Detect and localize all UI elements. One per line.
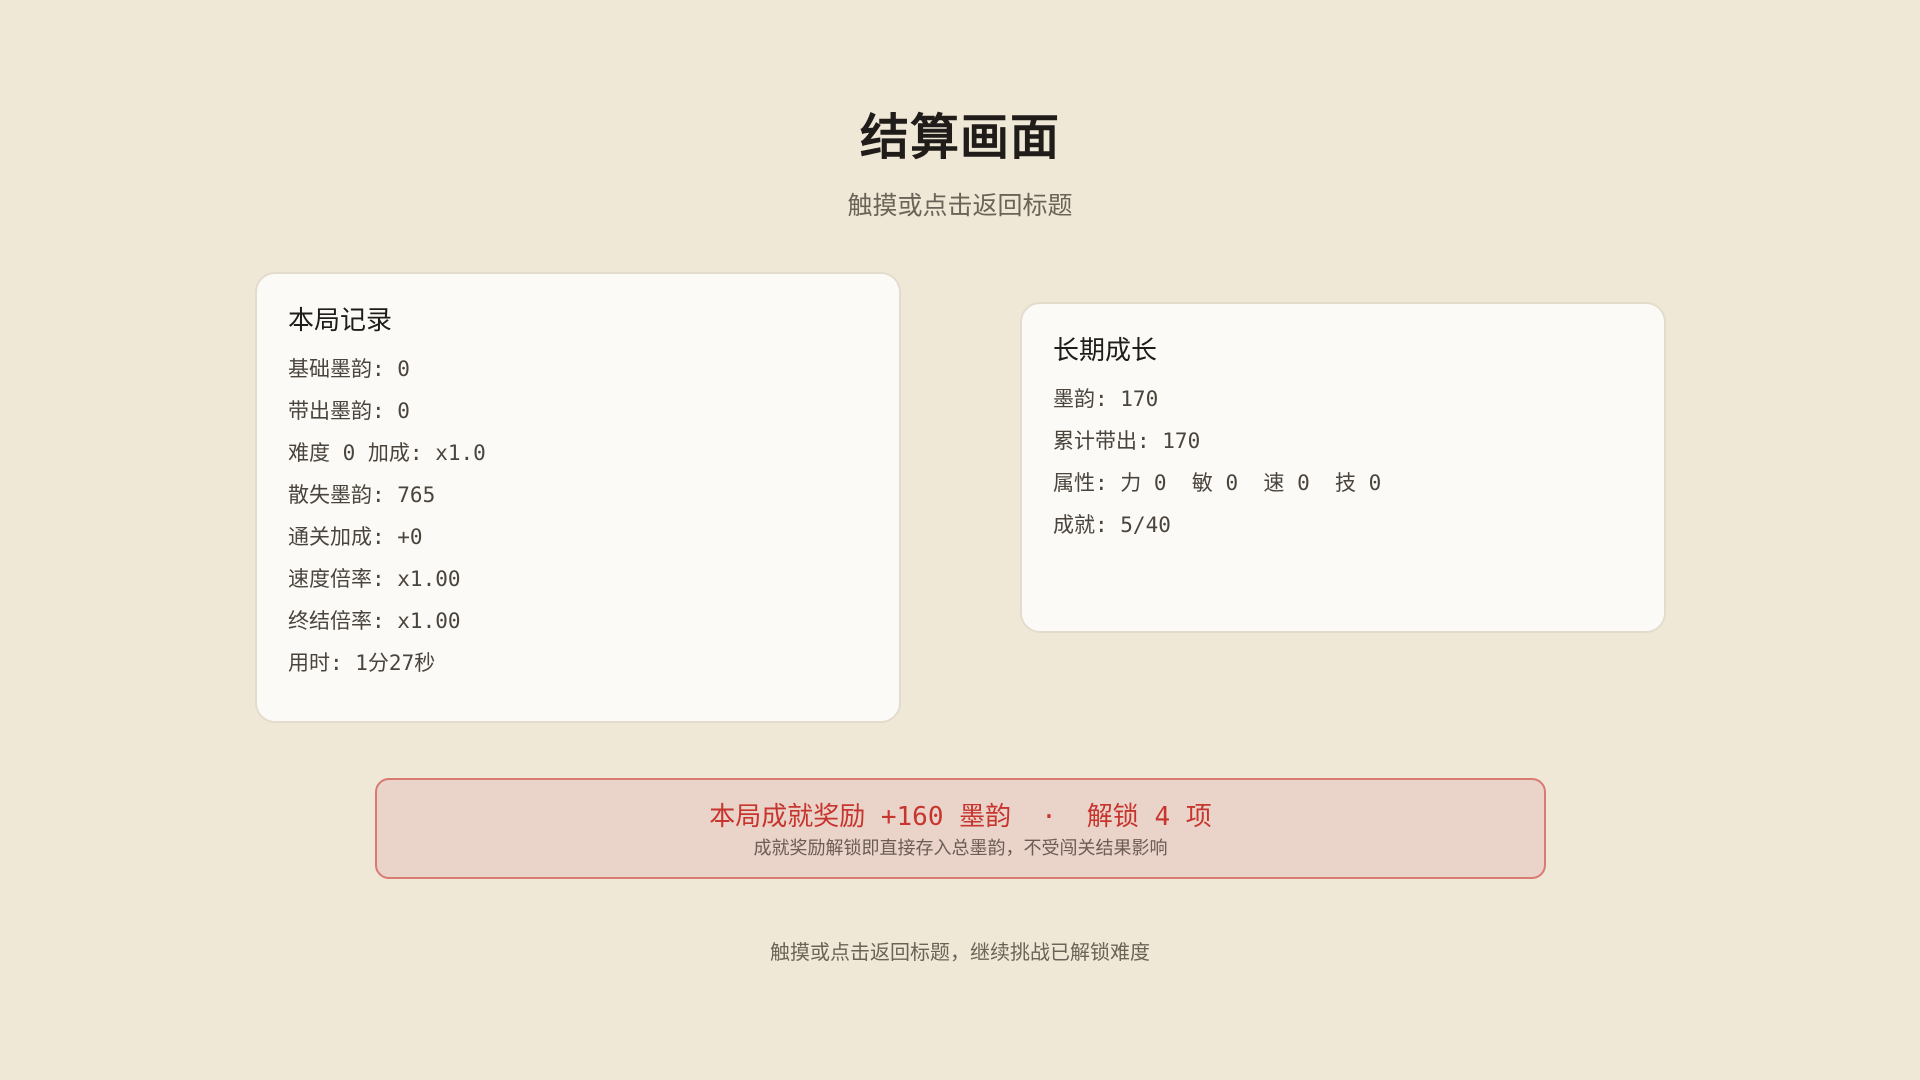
stat-achievements: 成就: 5/40 (1053, 513, 1171, 537)
run-record-card: 本局记录 基础墨韵: 0 带出墨韵: 0 难度 0 加成: x1.0 散失墨韵:… (255, 272, 901, 723)
page-title: 结算画面 (859, 109, 1060, 166)
stat-finish-multiplier: 终结倍率: x1.00 (288, 609, 461, 633)
stat-clear-bonus: 通关加成: +0 (288, 525, 423, 549)
reward-ink-amount: 本局成就奖励 +160 墨韵 (709, 802, 1012, 832)
achievement-reward-banner: 本局成就奖励 +160 墨韵 · 解锁 4 项 成就奖励解锁即直接存入总墨韵，不受闯… (375, 778, 1546, 879)
footer-hint: 触摸或点击返回标题，继续挑战已解锁难度 (770, 940, 1150, 964)
reward-separator: · (1041, 802, 1057, 832)
stat-total-ink: 墨韵: 170 (1053, 387, 1159, 411)
stat-lost-ink: 散失墨韵: 765 (288, 483, 436, 507)
stat-speed-multiplier: 速度倍率: x1.00 (288, 567, 461, 591)
growth-card: 长期成长 墨韵: 170 累计带出: 170 属性: 力 0 敏 0 速 0 技… (1020, 302, 1666, 633)
reward-unlock-count: 解锁 4 项 (1086, 802, 1212, 832)
stat-attributes: 属性: 力 0 敏 0 速 0 技 0 (1053, 471, 1382, 495)
stat-carried-ink: 带出墨韵: 0 (288, 399, 410, 423)
reward-summary: 本局成就奖励 +160 墨韵 · 解锁 4 项 (377, 799, 1544, 835)
return-hint: 触摸或点击返回标题 (847, 191, 1073, 220)
stat-cumulative-carried: 累计带出: 170 (1053, 429, 1201, 453)
growth-title: 长期成长 (1053, 336, 1158, 366)
stat-time-used: 用时: 1分27秒 (288, 651, 436, 675)
stat-difficulty-bonus: 难度 0 加成: x1.0 (288, 441, 486, 465)
reward-note: 成就奖励解锁即直接存入总墨韵，不受闯关结果影响 (753, 838, 1168, 859)
run-record-title: 本局记录 (288, 306, 393, 336)
stat-base-ink: 基础墨韵: 0 (288, 357, 410, 381)
